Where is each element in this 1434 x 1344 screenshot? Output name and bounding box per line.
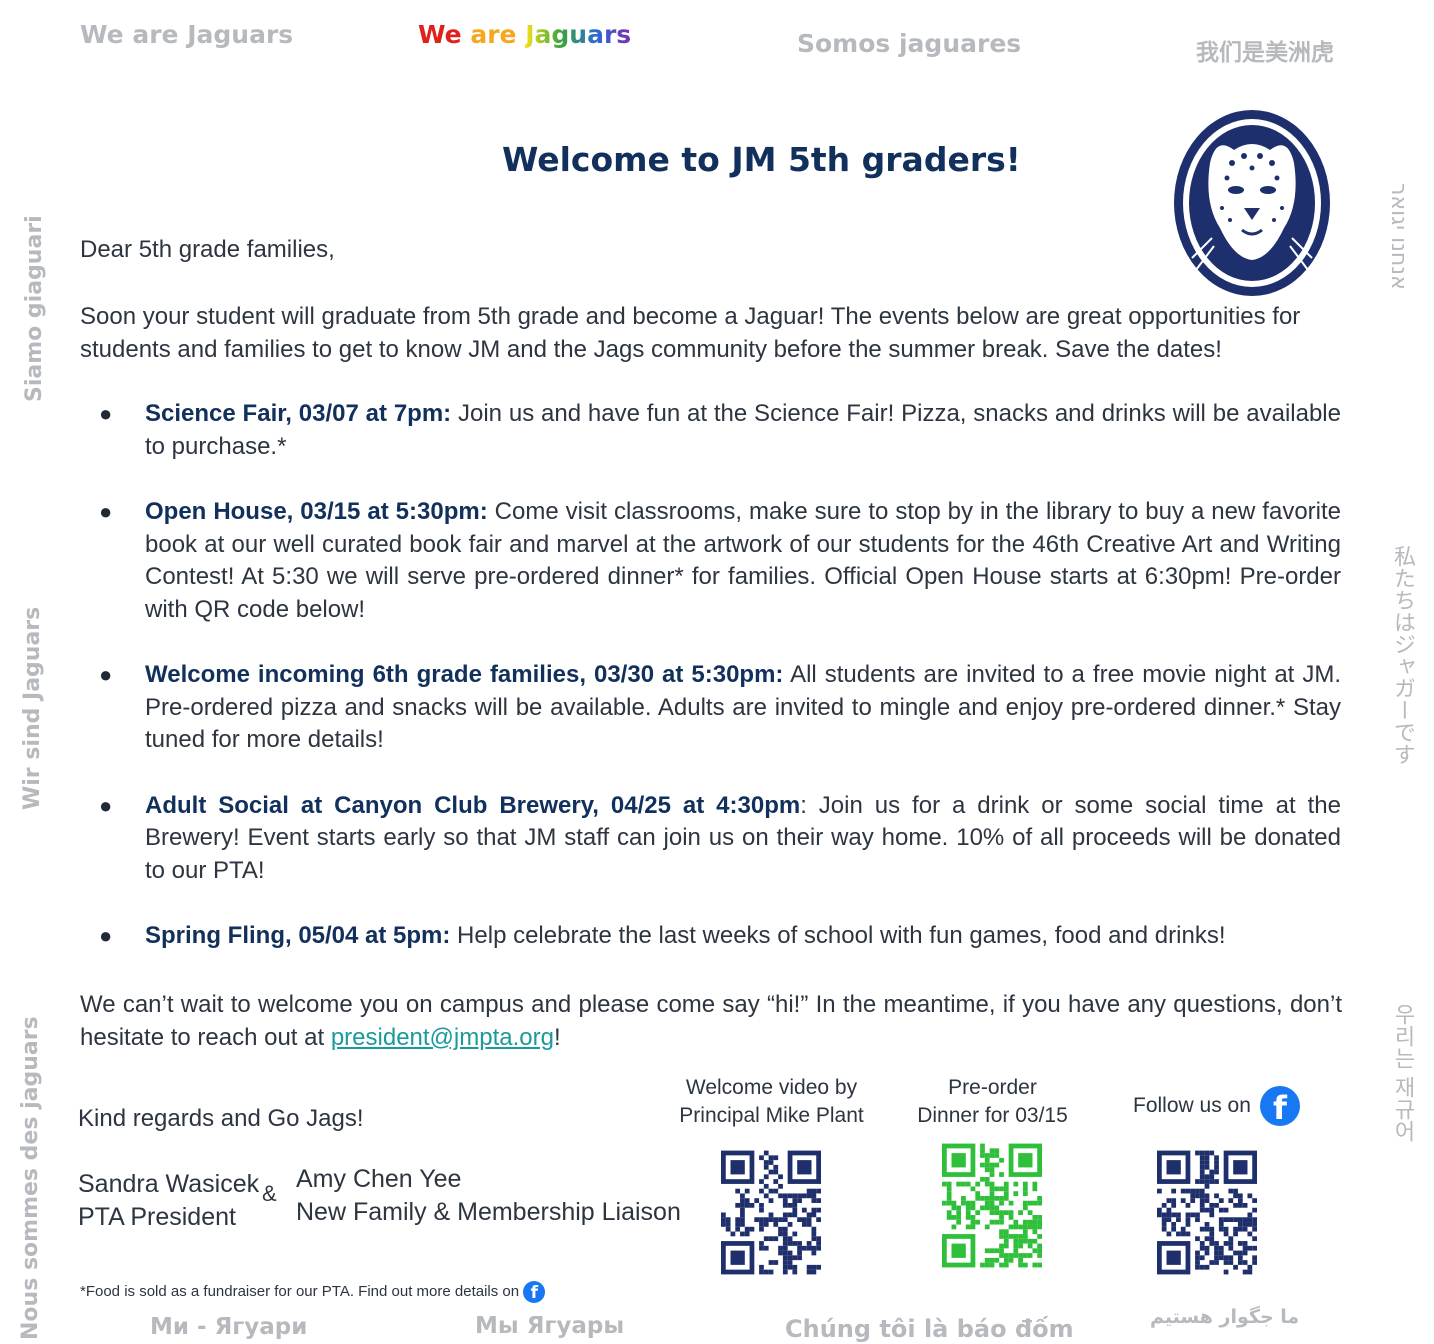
list-item: ● Spring Fling, 05/04 at 5pm: Help celebr… xyxy=(99,920,1341,953)
closing-end: ! xyxy=(553,1023,561,1051)
signer2-name: Amy Chen Yee xyxy=(296,1165,462,1193)
lang-english: We are Jaguars xyxy=(80,20,294,49)
lang-italian: Siamo giaguari xyxy=(22,215,47,402)
facebook-small-icon[interactable]: f xyxy=(523,1281,546,1303)
page-title: Welcome to JM 5th graders! xyxy=(502,140,1021,179)
qr-video-label-line2: Principal Mike Plant xyxy=(679,1104,864,1127)
qr-dinner-svg xyxy=(942,1143,1042,1268)
lang-vietnamese: Chúng tôi là báo đốm xyxy=(785,1315,1074,1343)
lang-korean: 우리는 재규어 xyxy=(1390,1003,1415,1142)
facebook-icon[interactable]: f xyxy=(1260,1086,1300,1127)
ampersand: & xyxy=(262,1181,277,1206)
greeting: Dear 5th grade families, xyxy=(80,236,335,263)
event-heading: Open House, 03/15 at 5:30pm: xyxy=(145,498,488,525)
signer1-name: Sandra Wasicek xyxy=(78,1170,260,1198)
bullet-icon: ● xyxy=(99,401,113,426)
email-link[interactable]: president@jmpta.org xyxy=(331,1024,554,1051)
qr-video-label-line1: Welcome video by xyxy=(685,1076,858,1099)
lang-rainbow: We are Jaguars xyxy=(418,20,631,49)
lang-french: Nous sommes des jaguars xyxy=(18,1016,43,1340)
lang-japanese: 私たちはジャガーです xyxy=(1390,545,1415,765)
lang-chinese: 我们是美洲虎 xyxy=(1196,40,1334,66)
footnote-text: *Food is sold as a fundraiser for our PT… xyxy=(80,1282,520,1300)
bullet-icon: ● xyxy=(99,792,113,818)
list-item: ● Open House, 03/15 at 5:30pm: Come visit… xyxy=(99,496,1341,626)
signoff: Kind regards and Go Jags! xyxy=(78,1105,364,1132)
rainbow-are: are xyxy=(470,20,526,49)
lang-russian: Мы Ягуары xyxy=(475,1313,625,1339)
event-heading: Adult Social at Canyon Club Brewery, 04/… xyxy=(145,791,801,819)
qr-dinner-label: Pre-order Dinner for 03/15 xyxy=(900,1074,1085,1130)
bullet-icon: ● xyxy=(99,499,113,524)
lang-hebrew: אנחנו יגואר xyxy=(1386,183,1411,290)
list-item: ● Science Fair, 03/07 at 7pm: Join us and… xyxy=(99,398,1341,463)
event-text: Help celebrate the last weeks of school … xyxy=(450,922,1226,949)
list-item: ● Adult Social at Canyon Club Brewery, 04… xyxy=(99,790,1341,888)
lang-german: Wir sind Jaguars xyxy=(20,606,45,810)
lang-persian: ما جگوار هستیم xyxy=(1150,1306,1300,1328)
list-item: ● Welcome incoming 6th grade families, 03… xyxy=(99,659,1341,757)
rainbow-jaguars: Jaguars xyxy=(525,20,632,49)
event-heading: Spring Fling, 05/04 at 5pm: xyxy=(145,922,451,949)
lang-ukrainian: Ми - Ягуари xyxy=(150,1314,308,1340)
qr-dinner-code[interactable] xyxy=(942,1143,1042,1273)
qr-video-svg xyxy=(721,1150,821,1275)
qr-video-label: Welcome video by Principal Mike Plant xyxy=(674,1074,869,1130)
bullet-icon: ● xyxy=(99,923,113,948)
qr-facebook-svg xyxy=(1157,1150,1257,1275)
closing-paragraph: We can’t wait to welcome you on campus a… xyxy=(80,989,1342,1054)
signer1-role: PTA President xyxy=(78,1203,236,1231)
qr-dinner-label-line1: Pre-order xyxy=(948,1076,1037,1099)
qr-dinner-label-line2: Dinner for 03/15 xyxy=(917,1104,1068,1127)
intro-paragraph: Soon your student will graduate from 5th… xyxy=(80,303,1301,363)
rainbow-we: We xyxy=(418,20,471,49)
bullet-icon: ● xyxy=(99,662,113,687)
footnote: *Food is sold as a fundraiser for our PT… xyxy=(80,1281,546,1303)
events-list: ● Science Fair, 03/07 at 7pm: Join us and… xyxy=(99,398,1341,986)
event-heading: Welcome incoming 6th grade families, 03/… xyxy=(145,661,784,688)
qr-video-code[interactable] xyxy=(721,1150,821,1280)
qr-facebook-label: Follow us on xyxy=(1133,1094,1251,1117)
closing-text: We can’t wait to welcome you on campus a… xyxy=(80,991,1342,1051)
event-heading: Science Fair, 03/07 at 7pm: xyxy=(145,400,452,427)
jaguar-logo xyxy=(1172,108,1332,303)
lang-spanish: Somos jaguares xyxy=(797,29,1022,58)
qr-facebook-code[interactable] xyxy=(1157,1150,1257,1280)
signer2-role: New Family & Membership Liaison xyxy=(296,1198,681,1226)
